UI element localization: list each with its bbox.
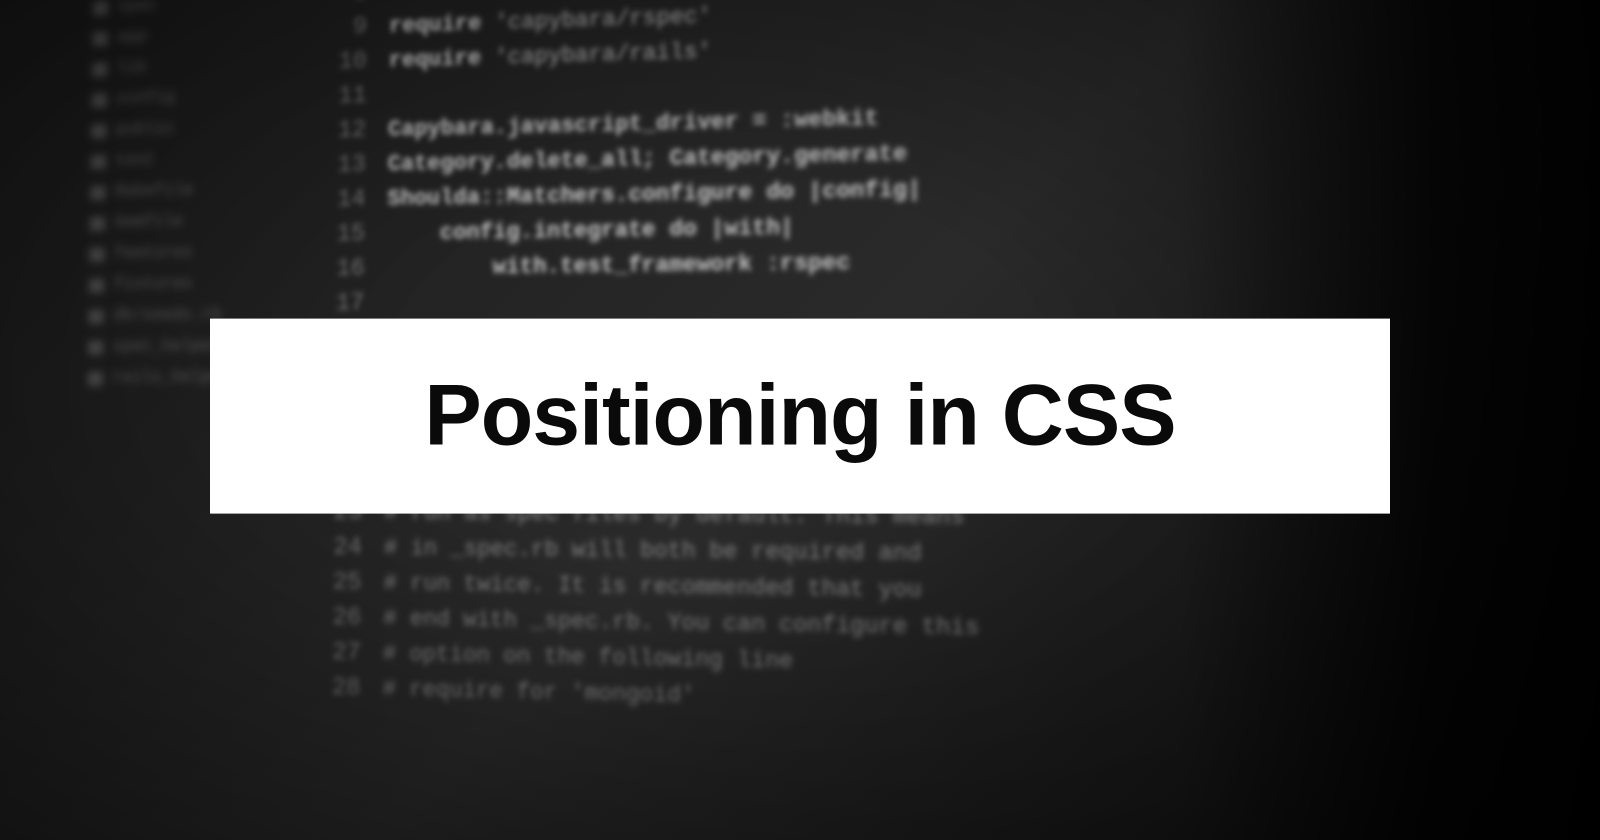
- file-tree-item: fixtures: [85, 267, 317, 301]
- file-icon: [92, 93, 107, 107]
- file-tree-item: public: [87, 110, 319, 147]
- line-number: 12: [319, 114, 367, 150]
- line-number: 27: [313, 636, 361, 672]
- file-icon: [90, 185, 105, 199]
- hero-image: dbspecapplibconfigpublictestRakefileGemf…: [0, 0, 1600, 840]
- file-label: test: [115, 151, 154, 171]
- line-number: 10: [319, 45, 367, 81]
- file-label: Rakefile: [115, 181, 193, 201]
- line-number: 28: [313, 671, 361, 707]
- file-label: Gemfile: [114, 212, 183, 232]
- file-label: db/seeds.rb: [113, 306, 221, 326]
- file-icon: [91, 124, 106, 138]
- file-tree-item: features: [85, 236, 317, 270]
- file-icon: [88, 309, 103, 323]
- file-icon: [87, 371, 102, 385]
- file-icon: [88, 340, 103, 354]
- file-icon: [92, 62, 107, 76]
- line-number: 11: [319, 79, 367, 115]
- file-icon: [93, 31, 108, 45]
- line-number: 17: [317, 287, 365, 322]
- line-number: 16: [317, 252, 365, 287]
- file-label: lib: [117, 58, 146, 78]
- file-icon: [89, 278, 104, 292]
- line-number: 14: [318, 183, 366, 218]
- title-card: Positioning in CSS: [210, 319, 1390, 514]
- file-icon: [93, 1, 108, 15]
- file-icon: [90, 216, 105, 230]
- file-label: config: [116, 89, 175, 109]
- line-number: 15: [318, 218, 366, 253]
- file-tree-item: Rakefile: [86, 173, 318, 208]
- line-number: 26: [313, 601, 361, 637]
- file-icon: [91, 154, 106, 168]
- file-label: public: [116, 119, 175, 139]
- file-label: spec: [118, 0, 157, 17]
- line-number: 24: [314, 531, 362, 567]
- file-label: features: [114, 243, 193, 263]
- file-tree-item: Gemfile: [86, 204, 318, 239]
- line-number: 25: [314, 566, 362, 602]
- file-label: app: [117, 28, 146, 48]
- file-tree-item: test: [87, 141, 319, 177]
- file-label: fixtures: [114, 275, 193, 295]
- line-number: 13: [318, 148, 366, 183]
- line-number: 9: [320, 11, 368, 47]
- title-text: Positioning in CSS: [300, 367, 1300, 466]
- file-icon: [89, 247, 104, 261]
